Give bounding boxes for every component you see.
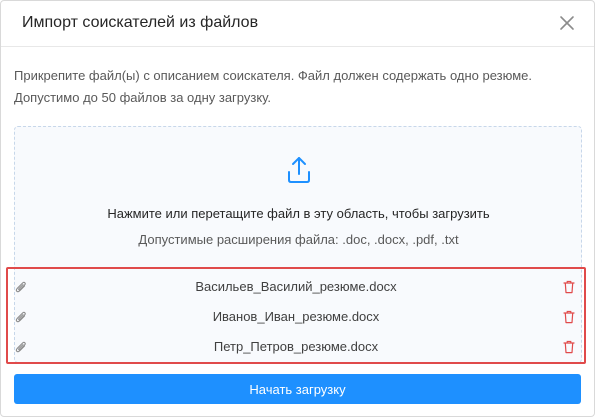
dropzone-allowed-extensions: Допустимые расширения файла: .doc, .docx… [138,232,459,247]
dropzone-main-text: Нажмите или перетащите файл в эту област… [107,206,490,221]
description-line-1: Прикрепите файл(ы) с описанием соискател… [14,68,533,83]
description-line-2: Допустимо до 50 файлов за одну загрузку. [14,90,271,105]
trash-icon[interactable] [563,310,575,324]
file-name: Васильев_Василий_резюме.docx [195,279,397,294]
close-icon[interactable] [554,10,580,36]
file-row: Петр_Петров_резюме.docx [8,332,584,362]
modal-header: Импорт соискателей из файлов [1,1,594,47]
trash-icon[interactable] [563,280,575,294]
start-upload-button[interactable]: Начать загрузку [14,374,581,404]
file-name: Петр_Петров_резюме.docx [213,339,379,354]
import-modal: Импорт соискателей из файлов Прикрепите … [0,0,595,417]
description: Прикрепите файл(ы) с описанием соискател… [14,65,589,109]
modal-title: Импорт соискателей из файлов [22,14,259,31]
trash-icon[interactable] [563,340,575,354]
file-name: Иванов_Иван_резюме.docx [212,309,380,324]
file-row: Васильев_Василий_резюме.docx [8,272,584,302]
file-row: Иванов_Иван_резюме.docx [8,302,584,332]
file-list: Васильев_Василий_резюме.docx Иванов_Иван… [6,267,586,364]
upload-icon [288,157,310,183]
